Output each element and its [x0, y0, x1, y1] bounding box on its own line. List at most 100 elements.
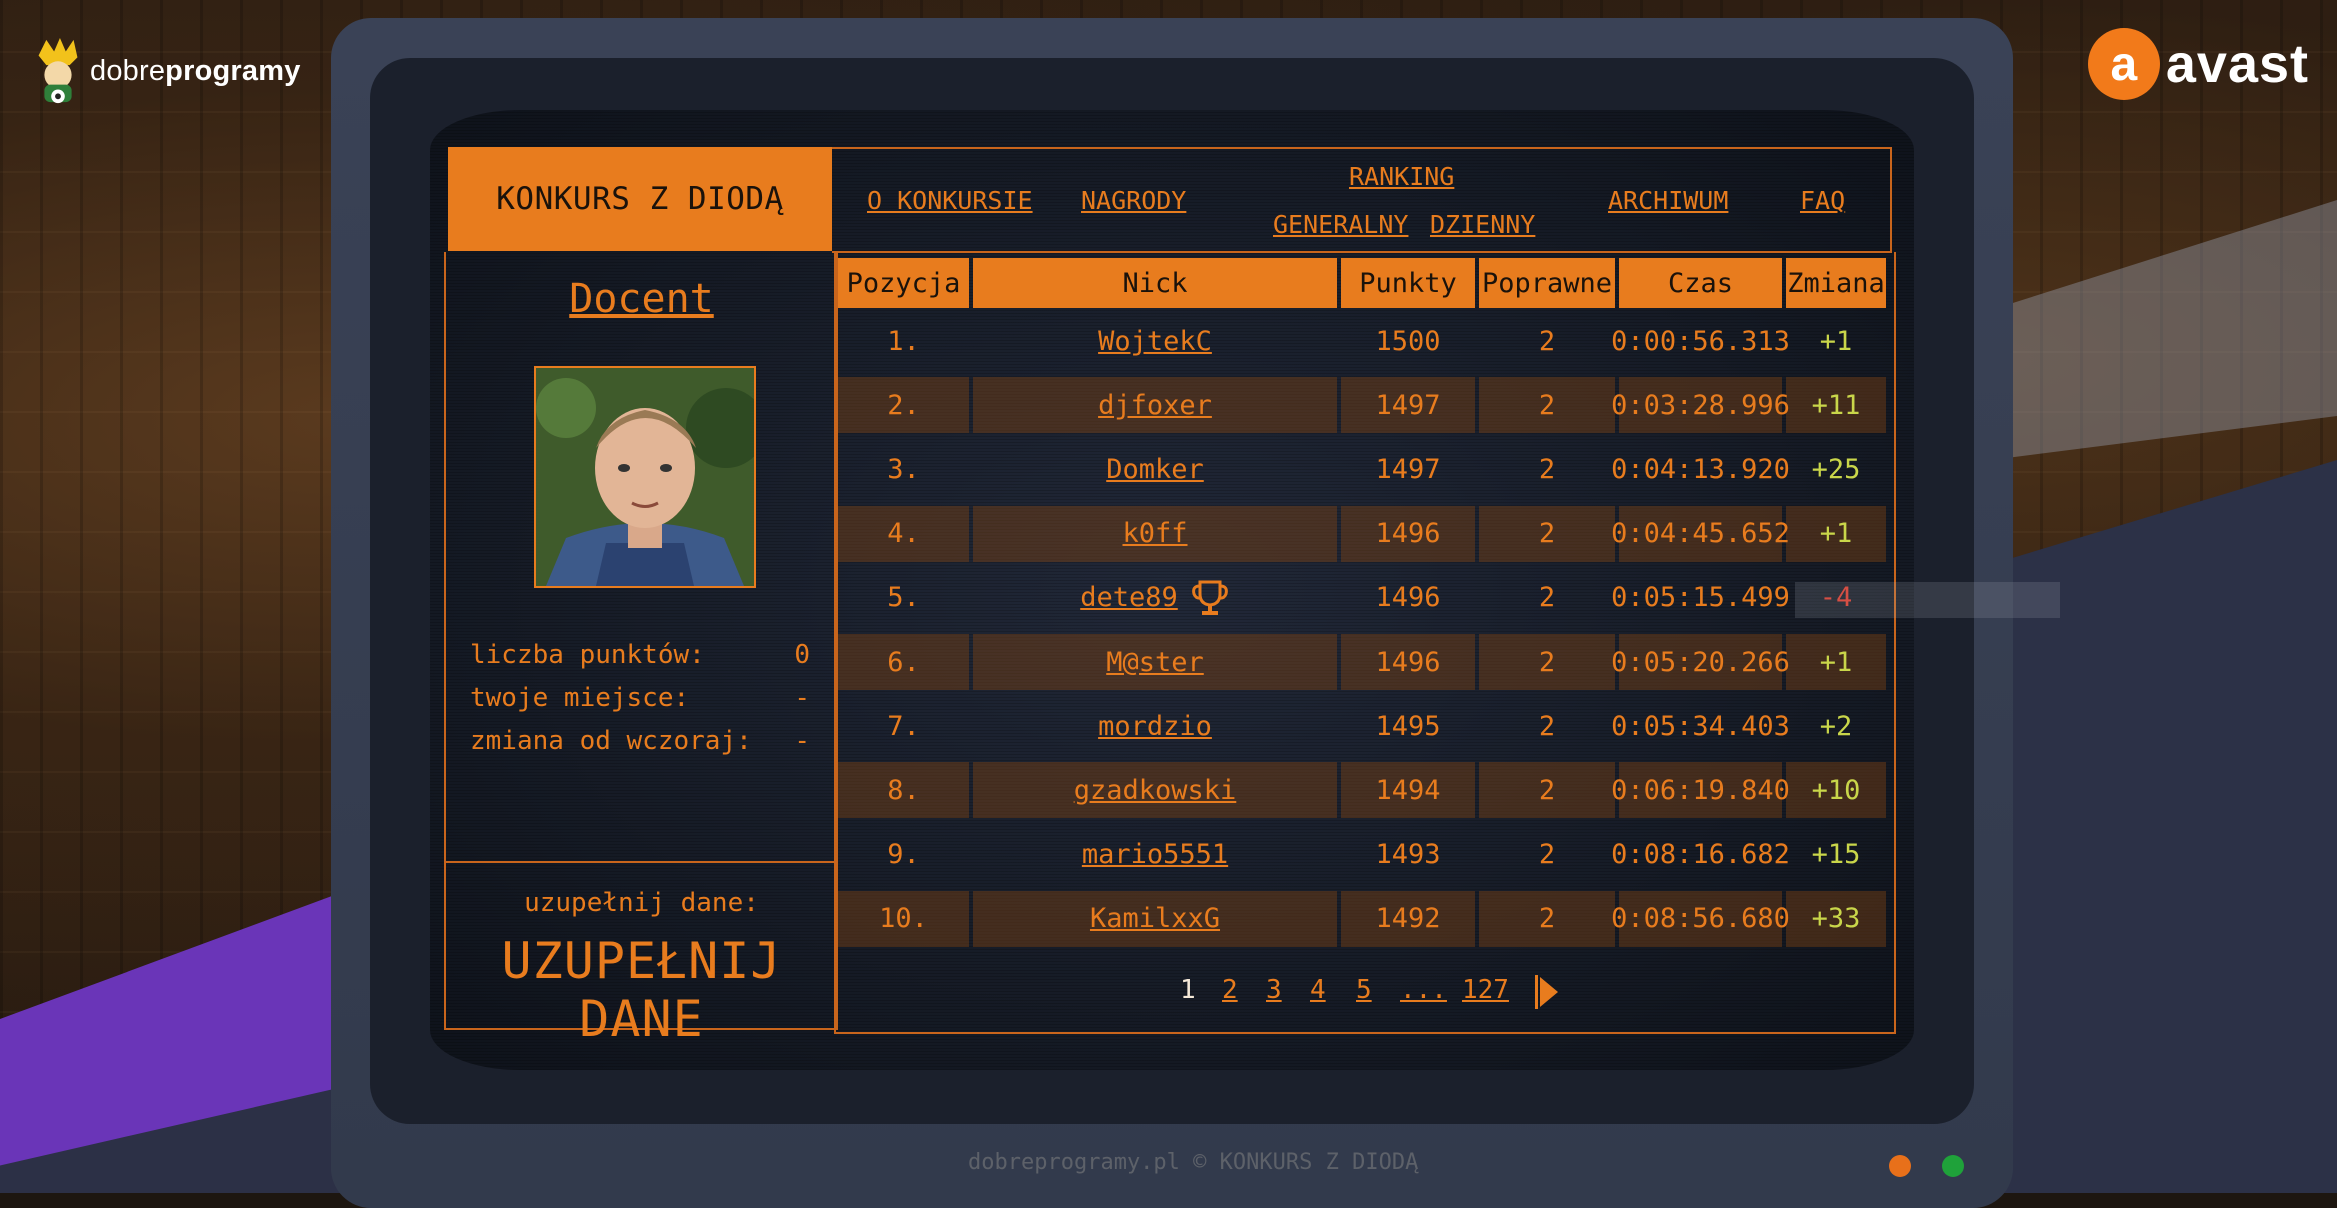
nav-ranking-daily[interactable]: DZIENNY	[1430, 210, 1535, 239]
nick-link[interactable]: mario5551	[1082, 839, 1228, 870]
nav-archive[interactable]: ARCHIWUM	[1608, 186, 1728, 215]
cell-time: 0:08:56.680	[1611, 903, 1790, 935]
avast-logo[interactable]: a avast	[2087, 28, 2309, 100]
fill-data-label: uzupełnij dane:	[524, 888, 759, 918]
dobreprogramy-logo[interactable]: dobreprogramy	[34, 36, 301, 106]
page-link-2[interactable]: 2	[1222, 975, 1238, 1005]
cell-points: 1494	[1375, 774, 1441, 806]
cell-correct: 2	[1538, 325, 1556, 357]
cell-nick[interactable]: gzadkowski	[973, 762, 1337, 818]
cell-time: 0:05:34.403	[1611, 710, 1790, 742]
nick-link[interactable]: dete89	[1080, 582, 1178, 613]
cell-points: 1497	[1375, 453, 1441, 485]
cell-time: 0:04:13.920	[1611, 453, 1790, 485]
cell-change: +11	[1811, 389, 1861, 421]
stat-place-label: twoje miejsce:	[470, 683, 690, 713]
avast-wordmark: avast	[2165, 34, 2309, 94]
contest-title[interactable]: KONKURS Z DIODĄ	[448, 147, 832, 251]
cell-position: 4.	[887, 518, 920, 550]
cell-points: 1500	[1375, 325, 1441, 357]
cell-nick[interactable]: M@ster	[973, 634, 1337, 690]
cell-points: 1496	[1375, 518, 1441, 550]
page-link-127[interactable]: 127	[1462, 975, 1509, 1005]
stat-points-value: 0	[794, 640, 810, 670]
cell-change: +10	[1811, 774, 1861, 806]
nick-link[interactable]: k0ff	[1122, 518, 1187, 549]
col-header-points[interactable]: Punkty	[1341, 258, 1475, 308]
cell-points: 1496	[1375, 582, 1441, 614]
cell-time: 0:04:45.652	[1611, 518, 1790, 550]
stat-points-label: liczba punktów:	[470, 640, 705, 670]
page-link-5[interactable]: 5	[1356, 975, 1372, 1005]
cell-change: +33	[1811, 903, 1861, 935]
col-header-position[interactable]: Pozycja	[838, 258, 969, 308]
cell-position: 5.	[887, 582, 920, 614]
dobreprogramy-wordmark: dobreprogramy	[90, 54, 301, 87]
cell-correct: 2	[1538, 774, 1556, 806]
cell-correct: 2	[1538, 646, 1556, 678]
cell-points: 1492	[1375, 903, 1441, 935]
page-link-3[interactable]: 3	[1266, 975, 1282, 1005]
cell-time: 0:03:28.996	[1611, 389, 1790, 421]
cell-position: 7.	[887, 710, 920, 742]
cell-time: 0:08:16.682	[1611, 839, 1790, 871]
avast-blob-icon: a	[2087, 28, 2160, 100]
led-green	[1942, 1155, 1964, 1177]
cell-correct: 2	[1538, 518, 1556, 550]
col-header-change[interactable]: Zmiana	[1786, 258, 1886, 308]
profile-nick[interactable]: Docent	[444, 276, 839, 322]
page-link-4[interactable]: 4	[1310, 975, 1326, 1005]
nick-link[interactable]: mordzio	[1098, 711, 1212, 742]
cell-time: 0:06:19.840	[1611, 774, 1790, 806]
fill-data-button[interactable]: UZUPEŁNIJ DANE	[444, 932, 839, 1048]
nick-link[interactable]: M@ster	[1106, 647, 1204, 678]
cell-correct: 2	[1538, 903, 1556, 935]
cell-position: 1.	[887, 325, 920, 357]
cell-correct: 2	[1538, 839, 1556, 871]
cell-time: 0:00:56.313	[1611, 325, 1790, 357]
cell-correct: 2	[1538, 453, 1556, 485]
cell-position: 6.	[887, 646, 920, 678]
cell-change: +1	[1819, 646, 1853, 678]
led-orange	[1889, 1155, 1911, 1177]
nick-link[interactable]: gzadkowski	[1074, 775, 1237, 806]
nav-faq[interactable]: FAQ	[1800, 186, 1845, 215]
cell-points: 1493	[1375, 839, 1441, 871]
nav-ranking-general[interactable]: GENERALNY	[1273, 210, 1408, 239]
play-arrow-icon[interactable]	[1535, 975, 1559, 1009]
cell-nick[interactable]: KamilxxG	[973, 891, 1337, 947]
col-header-nick[interactable]: Nick	[973, 258, 1337, 308]
col-header-time[interactable]: Czas	[1619, 258, 1782, 308]
cell-nick[interactable]: djfoxer	[973, 377, 1337, 433]
nick-link[interactable]: Domker	[1106, 454, 1204, 485]
cell-correct: 2	[1538, 710, 1556, 742]
avatar-photo	[536, 368, 754, 586]
cell-change: +1	[1819, 518, 1853, 550]
cell-position: 9.	[887, 839, 920, 871]
page-link-1[interactable]: 1	[1180, 975, 1196, 1005]
col-header-correct[interactable]: Poprawne	[1479, 258, 1615, 308]
cell-change: +25	[1811, 453, 1861, 485]
nick-link[interactable]: KamilxxG	[1090, 903, 1220, 934]
cell-time: 0:05:20.266	[1611, 646, 1790, 678]
page-link-ellipsis: ...	[1400, 975, 1447, 1005]
cell-points: 1495	[1375, 710, 1441, 742]
cell-nick[interactable]: mario5551	[973, 827, 1337, 883]
nav-about[interactable]: O KONKURSIE	[867, 186, 1033, 215]
nick-link[interactable]: djfoxer	[1098, 390, 1212, 421]
cell-nick[interactable]: k0ff	[973, 506, 1337, 562]
cell-nick[interactable]: WojtekC	[973, 313, 1337, 369]
cell-nick[interactable]: mordzio	[973, 698, 1337, 754]
cell-position: 10.	[879, 903, 928, 935]
cell-time: 0:05:15.499	[1611, 582, 1790, 614]
nick-link[interactable]: WojtekC	[1098, 326, 1212, 357]
navy-stripe-right	[1997, 460, 2337, 1193]
stat-change-label: zmiana od wczoraj:	[470, 726, 752, 756]
cell-points: 1497	[1375, 389, 1441, 421]
nav-prizes[interactable]: NAGRODY	[1081, 186, 1186, 215]
cell-change: +2	[1819, 710, 1853, 742]
cell-nick[interactable]: Domker	[973, 441, 1337, 497]
nav-ranking[interactable]: RANKING	[1349, 162, 1454, 191]
cell-nick[interactable]: dete89	[973, 570, 1337, 626]
footer-text: dobreprogramy.pl © KONKURS Z DIODĄ	[968, 1150, 1419, 1175]
